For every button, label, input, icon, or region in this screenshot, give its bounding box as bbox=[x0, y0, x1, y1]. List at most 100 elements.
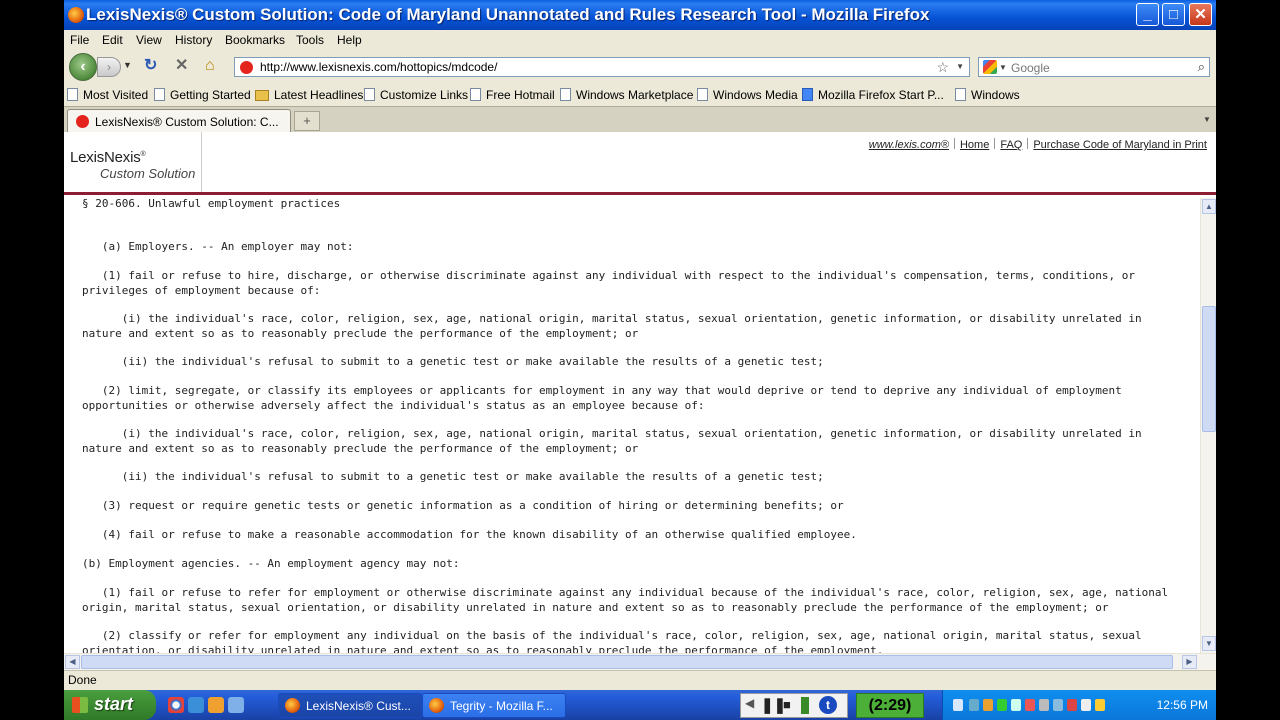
start-button[interactable]: start bbox=[64, 690, 156, 720]
rss-folder-icon bbox=[255, 90, 269, 101]
taskbar-item-lexisnexis[interactable]: LexisNexis® Cust... bbox=[278, 693, 422, 718]
recording-timer: (2:29) bbox=[856, 693, 924, 718]
search-bar[interactable]: ▼ Google ⌕ bbox=[978, 57, 1210, 77]
bookmark-windows-marketplace[interactable]: Windows Marketplace bbox=[560, 88, 693, 102]
minimize-button[interactable]: _ bbox=[1136, 3, 1159, 26]
search-input[interactable]: Google bbox=[1011, 61, 1050, 75]
scroll-up-icon[interactable]: ▲ bbox=[1202, 199, 1216, 214]
horizontal-scrollbar[interactable]: ◀ ▶ bbox=[64, 653, 1216, 670]
home-icon[interactable]: ⌂ bbox=[205, 58, 215, 74]
maximize-button[interactable]: □ bbox=[1162, 3, 1185, 26]
desktop-icon[interactable] bbox=[228, 697, 244, 713]
scroll-down-icon[interactable]: ▼ bbox=[1202, 636, 1216, 651]
menu-view[interactable]: View bbox=[136, 33, 162, 47]
menu-bookmarks[interactable]: Bookmarks bbox=[225, 33, 285, 47]
antivirus-icon[interactable] bbox=[1025, 699, 1035, 711]
header-divider bbox=[201, 132, 202, 192]
network-icon[interactable] bbox=[953, 699, 963, 711]
stop-icon[interactable]: ✕ bbox=[175, 58, 188, 74]
menu-help[interactable]: Help bbox=[337, 33, 362, 47]
google-icon bbox=[802, 88, 813, 101]
reload-icon[interactable]: ↻ bbox=[144, 58, 157, 74]
screen: LexisNexis® Custom Solution: Code of Mar… bbox=[64, 0, 1216, 720]
bookmark-latest-headlines[interactable]: Latest Headlines bbox=[255, 88, 363, 102]
display-icon[interactable] bbox=[1053, 699, 1063, 711]
page-icon bbox=[470, 88, 481, 101]
horizontal-scroll-thumb[interactable] bbox=[81, 655, 1173, 669]
printer-icon[interactable] bbox=[1039, 699, 1049, 711]
usb-icon[interactable] bbox=[969, 699, 979, 711]
bookmark-label: Getting Started bbox=[170, 88, 251, 102]
explorer-icon[interactable] bbox=[188, 697, 204, 713]
menu-file[interactable]: File bbox=[70, 33, 89, 47]
search-icon[interactable]: ⌕ bbox=[1198, 59, 1205, 75]
taskbar: start LexisNexis® Cust... Tegrity - Mozi… bbox=[64, 690, 1216, 720]
chrome-icon[interactable] bbox=[168, 697, 184, 713]
statute-text: § 20-606. Unlawful employment practices … bbox=[64, 198, 1200, 653]
security-icon[interactable] bbox=[983, 699, 993, 711]
menu-tools[interactable]: Tools bbox=[296, 33, 324, 47]
bookmark-star-icon[interactable]: ☆ bbox=[936, 59, 949, 76]
bookmark-label: Most Visited bbox=[83, 88, 149, 102]
bookmark-label: Windows bbox=[971, 88, 1020, 102]
statute-paragraph: (2) classify or refer for employment any… bbox=[82, 629, 1149, 653]
bookmark-windows[interactable]: Windows bbox=[955, 88, 1020, 102]
vertical-scrollbar[interactable]: ▲ ▼ bbox=[1200, 198, 1216, 653]
site-favicon-icon bbox=[240, 61, 253, 74]
start-label: start bbox=[94, 694, 134, 714]
lexisnexis-logo[interactable]: LexisNexis® Custom Solution bbox=[70, 149, 195, 181]
address-bar[interactable]: http://www.lexisnexis.com/hottopics/mdco… bbox=[234, 57, 970, 77]
menu-history[interactable]: History bbox=[175, 33, 212, 47]
close-button[interactable]: ✕ bbox=[1189, 3, 1212, 26]
bookmark-most-visited[interactable]: Most Visited bbox=[67, 88, 148, 102]
back-arrow-icon[interactable]: ◀ bbox=[745, 696, 754, 710]
history-dropdown-icon[interactable]: ▼ bbox=[123, 60, 132, 70]
bookmark-customize-links[interactable]: Customize Links bbox=[364, 88, 468, 102]
bookmark-firefox-start-page[interactable]: Mozilla Firefox Start P... bbox=[802, 88, 944, 102]
vertical-scroll-thumb[interactable] bbox=[1202, 306, 1216, 432]
tegrity-icon[interactable]: t bbox=[819, 696, 837, 714]
tab-list-dropdown-icon[interactable]: ▼ bbox=[1200, 111, 1214, 129]
url-text[interactable]: http://www.lexisnexis.com/hottopics/mdco… bbox=[260, 60, 497, 74]
forward-button[interactable]: › bbox=[97, 57, 121, 77]
tab-label: LexisNexis® Custom Solution: C... bbox=[95, 115, 279, 129]
volume-icon[interactable] bbox=[1081, 699, 1091, 711]
scroll-left-icon[interactable]: ◀ bbox=[65, 655, 80, 669]
lexis-com-link[interactable]: www.lexis.com® bbox=[869, 139, 949, 151]
google-icon[interactable] bbox=[983, 60, 997, 74]
window-title-bar[interactable]: LexisNexis® Custom Solution: Code of Mar… bbox=[64, 0, 1216, 30]
tab-lexisnexis[interactable]: LexisNexis® Custom Solution: C... bbox=[67, 109, 291, 133]
taskbar-item-tegrity[interactable]: Tegrity - Mozilla F... bbox=[422, 693, 566, 718]
bluetooth-icon[interactable] bbox=[1011, 699, 1021, 711]
bookmarks-toolbar: Most Visited Getting Started Latest Head… bbox=[64, 84, 1216, 106]
url-dropdown-icon[interactable]: ▼ bbox=[956, 62, 964, 71]
media-icon[interactable] bbox=[208, 697, 224, 713]
shield-icon[interactable] bbox=[1067, 699, 1077, 711]
window-title: LexisNexis® Custom Solution: Code of Mar… bbox=[86, 5, 930, 24]
new-tab-button[interactable]: + bbox=[294, 111, 320, 131]
menu-edit[interactable]: Edit bbox=[102, 33, 123, 47]
search-engine-dropdown-icon[interactable]: ▼ bbox=[999, 63, 1007, 72]
home-link[interactable]: Home bbox=[960, 139, 989, 151]
bookmark-label: Mozilla Firefox Start P... bbox=[818, 88, 944, 102]
bookmark-label: Windows Marketplace bbox=[576, 88, 694, 102]
power-icon[interactable] bbox=[1095, 699, 1105, 711]
back-button[interactable]: ‹ bbox=[69, 53, 97, 81]
statute-paragraph: (1) fail or refuse to hire, discharge, o… bbox=[82, 269, 1142, 297]
section-heading: § 20-606. Unlawful employment practices bbox=[82, 198, 341, 210]
bookmark-free-hotmail[interactable]: Free Hotmail bbox=[470, 88, 555, 102]
logo-text: LexisNexis bbox=[70, 149, 141, 166]
purchase-code-link[interactable]: Purchase Code of Maryland in Print bbox=[1033, 139, 1207, 151]
firefox-icon bbox=[285, 698, 300, 713]
task-label: LexisNexis® Cust... bbox=[306, 699, 411, 713]
clock[interactable]: 12:56 PM bbox=[1157, 698, 1208, 712]
page-icon bbox=[560, 88, 571, 101]
stop-icon[interactable]: ■ bbox=[783, 697, 791, 712]
bookmark-getting-started[interactable]: Getting Started bbox=[154, 88, 251, 102]
update-icon[interactable] bbox=[997, 699, 1007, 711]
statute-paragraph: (i) the individual's race, color, religi… bbox=[82, 427, 1149, 455]
bookmark-windows-media[interactable]: Windows Media bbox=[697, 88, 798, 102]
faq-link[interactable]: FAQ bbox=[1000, 139, 1022, 151]
firefox-icon bbox=[429, 698, 444, 713]
scroll-right-icon[interactable]: ▶ bbox=[1182, 655, 1197, 669]
